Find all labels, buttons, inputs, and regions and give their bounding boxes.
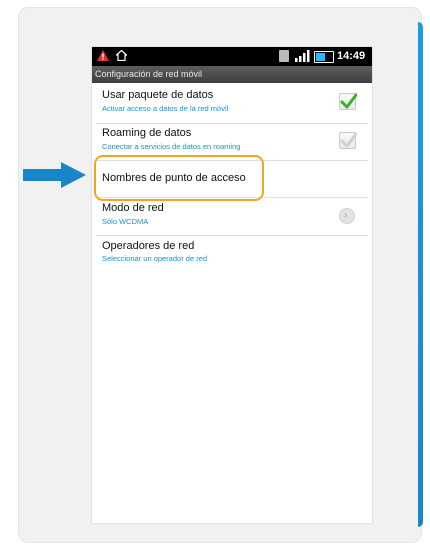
status-bar: 14:49 (92, 47, 372, 66)
home-icon (116, 50, 127, 61)
setting-label: Modo de red (102, 202, 164, 214)
setting-description: Sólo WCDMA (102, 217, 149, 226)
screen-title: Configuración de red móvil (92, 66, 372, 83)
setting-description: Activar acceso a datos de la red móvil (102, 104, 229, 113)
setting-use-data-packets[interactable]: Usar paquete de datos Activar acceso a d… (92, 84, 372, 121)
signal-strength-icon (295, 50, 310, 62)
green-checkmark-icon (340, 93, 357, 109)
setting-label: Operadores de red (102, 240, 195, 252)
setting-description: Seleccionar un operador de red (102, 254, 208, 263)
setting-network-operators[interactable]: Operadores de red Seleccionar un operado… (92, 236, 372, 272)
data-packets-checkbox[interactable] (339, 93, 357, 110)
clock-time: 14:49 (337, 50, 366, 62)
highlight-box (94, 155, 264, 201)
card-accent-edge (418, 22, 423, 527)
setting-label: Roaming de datos (102, 127, 192, 139)
phone-screen: 14:49 Configuración de red móvil Usar pa… (92, 47, 372, 523)
data-roaming-checkbox[interactable] (339, 132, 357, 149)
warning-triangle-icon (97, 50, 109, 61)
pointer-arrow-icon (23, 162, 86, 188)
gray-checkmark-icon (340, 132, 357, 148)
chevron-right-icon: › (344, 210, 348, 221)
sim-card-icon (279, 50, 289, 62)
network-mode-chevron-button[interactable]: › (339, 208, 355, 224)
setting-network-mode[interactable]: Modo de red Sólo WCDMA › (92, 198, 372, 236)
battery-icon (314, 51, 334, 63)
battery-level (316, 53, 325, 61)
setting-description: Conectar a servicios de datos en roaming (102, 142, 241, 151)
setting-label: Usar paquete de datos (102, 89, 214, 101)
